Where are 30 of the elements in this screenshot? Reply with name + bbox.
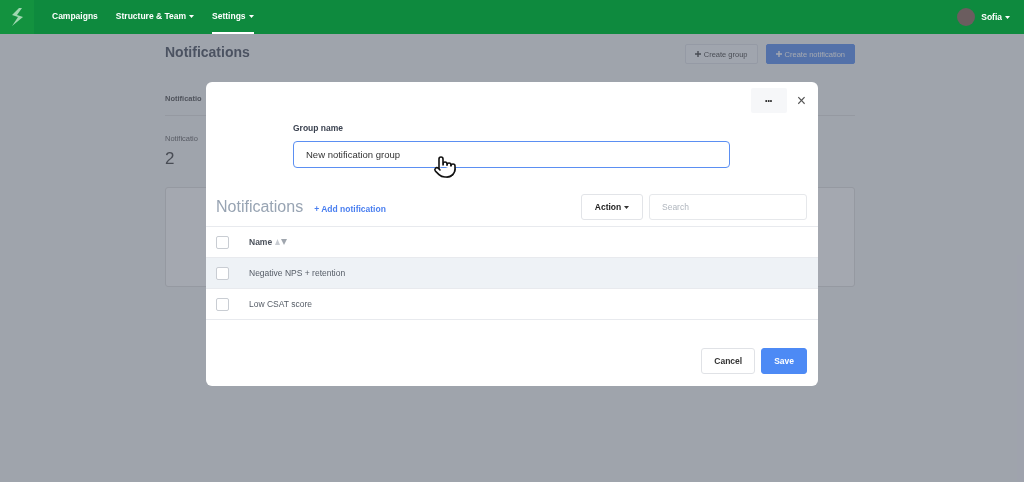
sort-icon [274,238,287,245]
save-button[interactable]: Save [761,348,807,374]
caret-icon [624,205,630,209]
table-row[interactable]: Negative NPS + retention [206,258,818,289]
group-name-field[interactable]: New notification group [293,141,730,168]
plus-icon [694,50,701,57]
field-label: Group name [293,123,345,133]
checkbox[interactable] [216,235,229,249]
user-avatar[interactable] [957,8,976,26]
table-cell: Low CSAT score [249,299,312,309]
checkbox[interactable] [216,297,229,311]
table-cell: Negative NPS + retention [249,268,346,278]
count-value: 2 [165,149,175,169]
checkbox[interactable] [216,266,229,280]
logo-icon[interactable] [0,0,34,34]
list-title: Notifications [216,198,304,216]
nav-link[interactable]: Campaigns [52,0,98,34]
page-title: Notifications [165,44,250,60]
caret-icon [1005,15,1010,19]
nav-link[interactable]: Structure & Team [115,0,195,34]
cancel-button[interactable]: Cancel [701,348,756,374]
plus-icon [775,50,782,57]
nav-link[interactable]: Settings [212,0,254,34]
close-button[interactable]: × [794,91,808,110]
user-menu[interactable]: Sofia [981,12,1010,22]
search-field[interactable]: Search [649,194,807,220]
column-header[interactable]: Name [249,237,287,247]
add-notification-link[interactable]: + Add notification [314,204,386,214]
hand-pointer-icon [433,155,457,181]
action-button[interactable]: Action [581,194,643,220]
